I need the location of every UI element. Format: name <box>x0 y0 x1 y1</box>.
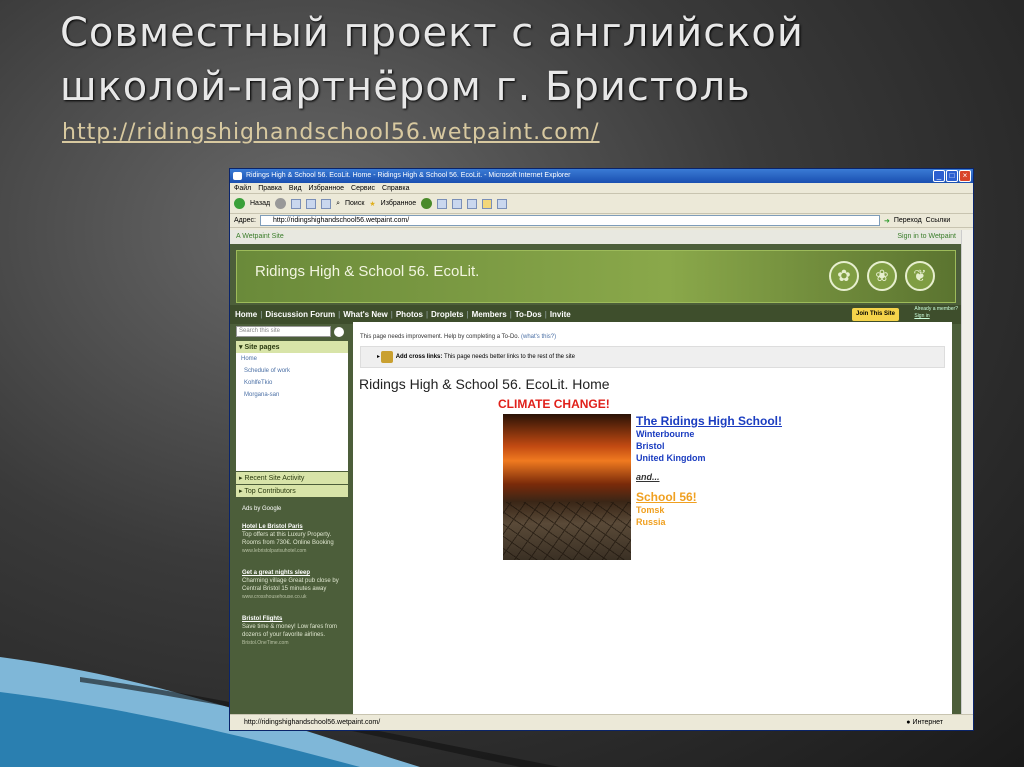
menu-tools[interactable]: Сервис <box>351 183 375 193</box>
window-title: Ridings High & School 56. EcoLit. Home -… <box>246 172 571 179</box>
menu-view[interactable]: Вид <box>289 183 302 193</box>
todo-icon <box>381 351 393 363</box>
member-signin: Already a member? Sign in <box>914 306 958 320</box>
climate-heading: CLIMATE CHANGE! <box>498 397 610 411</box>
browser-window: Ridings High & School 56. EcoLit. Home -… <box>229 168 974 731</box>
address-bar: Адрес: http://ridingshighandschool56.wet… <box>230 214 973 228</box>
search-go-icon[interactable] <box>334 326 344 337</box>
slide-title-line1: Совместный проект с английской <box>60 10 804 56</box>
wetpaint-topbar: A Wetpaint Site Sign in to Wetpaint <box>230 230 962 244</box>
main-content: This page needs improvement. Help by com… <box>353 322 952 715</box>
mail-icon[interactable] <box>437 198 448 209</box>
page-link-kohlfetkio[interactable]: KohlfeTkio <box>236 377 348 389</box>
close-icon[interactable]: × <box>959 170 971 182</box>
school1-line: Winterbourne <box>636 429 695 439</box>
edit-icon[interactable] <box>467 198 478 209</box>
print-icon[interactable] <box>452 198 463 209</box>
address-input[interactable]: http://ridingshighandschool56.wetpaint.c… <box>259 215 880 226</box>
school2-line: Russia <box>636 517 666 527</box>
page-link-morgana[interactable]: Morgana-san <box>236 389 348 401</box>
member-sign-in-link[interactable]: Sign in <box>914 313 958 320</box>
school1-link[interactable]: The Ridings High School! <box>636 414 782 428</box>
slide-title: Совместный проект с английской школой-па… <box>60 6 960 114</box>
whats-this-link[interactable]: (what's this?) <box>521 334 556 340</box>
recent-activity-toggle[interactable]: ▸ Recent Site Activity <box>236 472 348 484</box>
sign-in-link[interactable]: Sign in to Wetpaint <box>897 230 956 244</box>
home-icon[interactable] <box>321 198 332 209</box>
ads-by-google: Ads by Google <box>242 506 282 512</box>
stop-icon[interactable] <box>291 198 302 209</box>
todo-notice: This page needs improvement. Help by com… <box>360 334 557 340</box>
go-icon[interactable]: ➜ <box>884 217 890 225</box>
page-heading: Ridings High & School 56. EcoLit. Home <box>359 376 610 392</box>
menu-favorites[interactable]: Избранное <box>309 183 344 193</box>
back-icon[interactable] <box>234 198 245 209</box>
site-search-input[interactable]: Search this site <box>236 326 331 337</box>
go-button[interactable]: Переход <box>894 217 922 224</box>
back-button[interactable]: Назад <box>250 200 270 207</box>
flower-icon: ❀ <box>867 261 897 291</box>
address-label: Адрес: <box>234 217 256 224</box>
schools-info: The Ridings High School! Winterbourne Br… <box>636 414 782 528</box>
toolbar: Назад ⌕ Поиск ★ Избранное <box>230 194 973 214</box>
ie-icon <box>233 172 242 180</box>
title-bar: Ridings High & School 56. EcoLit. Home -… <box>230 169 973 183</box>
school1-line: United Kingdom <box>636 453 706 463</box>
school1-line: Bristol <box>636 441 665 451</box>
refresh-icon[interactable] <box>306 198 317 209</box>
crosslinks-todo[interactable]: ▸ Add cross links: This page needs bette… <box>360 346 945 368</box>
messenger-icon[interactable] <box>497 198 508 209</box>
menu-file[interactable]: Файл <box>234 183 251 193</box>
maximize-icon[interactable]: □ <box>946 170 958 182</box>
forward-icon[interactable] <box>275 198 287 209</box>
school2-line: Tomsk <box>636 505 665 515</box>
search-button[interactable]: Поиск <box>345 200 364 207</box>
history-icon[interactable] <box>421 198 433 209</box>
sidebar: Search this site ▾ Site pages Home Sched… <box>236 322 348 661</box>
links-label[interactable]: Ссылки <box>926 217 951 224</box>
favorites-icon[interactable]: ★ <box>369 200 375 208</box>
climate-photo <box>503 414 631 560</box>
search-icon[interactable]: ⌕ <box>336 200 340 208</box>
page-viewport: A Wetpaint Site Sign in to Wetpaint Ridi… <box>230 230 962 715</box>
site-pages-header[interactable]: ▾ Site pages <box>236 341 348 353</box>
menu-bar: Файл Правка Вид Избранное Сервис Справка <box>230 183 973 194</box>
folder-icon[interactable] <box>482 198 493 209</box>
site-title[interactable]: Ridings High & School 56. EcoLit. <box>255 263 479 280</box>
status-url: http://ridingshighandschool56.wetpaint.c… <box>244 719 381 726</box>
ad-item[interactable]: Get a great nights sleep Charming villag… <box>242 569 348 601</box>
and-text: and... <box>636 472 660 482</box>
slide-link[interactable]: http://ridingshighandschool56.wetpaint.c… <box>62 120 600 145</box>
minimize-icon[interactable]: _ <box>933 170 945 182</box>
page-link-home[interactable]: Home <box>236 353 348 365</box>
join-site-button[interactable]: Join This Site <box>851 308 899 321</box>
menu-help[interactable]: Справка <box>382 183 409 193</box>
site-pages-panel: ▾ Site pages Home Schedule of work Kohlf… <box>236 341 348 471</box>
leaf-icon-2: ❦ <box>905 261 935 291</box>
ad-item[interactable]: Hotel Le Bristol Paris Top offers at thi… <box>242 523 348 555</box>
school2-link[interactable]: School 56! <box>636 490 782 504</box>
ads-section: Ads by Google Hotel Le Bristol Paris Top… <box>236 505 348 647</box>
ad-item[interactable]: Bristol Flights Save time & money! Low f… <box>242 615 348 647</box>
status-zone: ● Интернет <box>906 719 943 726</box>
site-header: Ridings High & School 56. EcoLit. ✿ ❀ ❦ <box>236 250 956 303</box>
vertical-scrollbar[interactable] <box>961 230 973 715</box>
already-member-text: Already a member? <box>914 306 958 312</box>
favorites-button[interactable]: Избранное <box>381 200 416 207</box>
status-bar: http://ridingshighandschool56.wetpaint.c… <box>230 714 973 730</box>
slide-title-line2: школой-партнёром г. Бристоль <box>60 64 751 110</box>
menu-edit[interactable]: Правка <box>258 183 282 193</box>
leaf-icon: ✿ <box>829 261 859 291</box>
wetpaint-site-link[interactable]: A Wetpaint Site <box>236 230 284 244</box>
top-contributors-toggle[interactable]: ▸ Top Contributors <box>236 485 348 497</box>
page-link-schedule[interactable]: Schedule of work <box>236 365 348 377</box>
